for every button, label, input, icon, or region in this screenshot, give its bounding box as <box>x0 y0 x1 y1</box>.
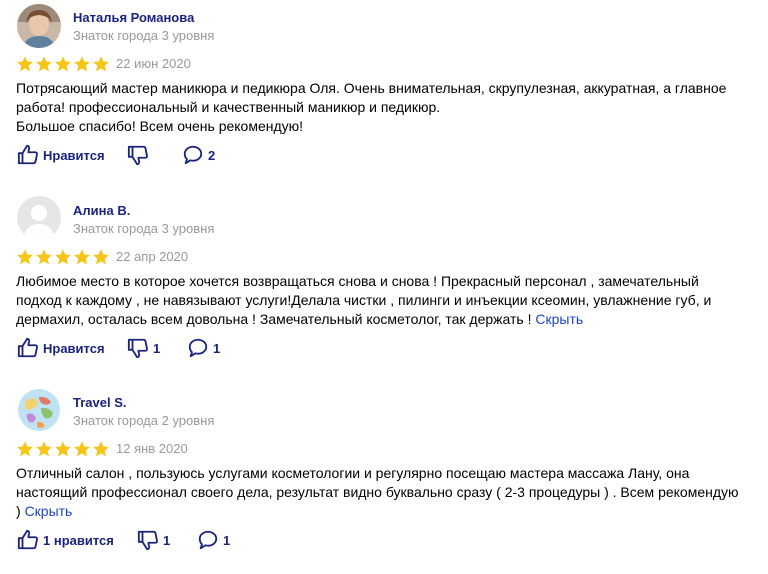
like-button[interactable]: Нравится <box>17 142 105 168</box>
review-text-line: Большое спасибо! Всем очень рекомендую! <box>16 118 304 134</box>
author-name[interactable]: Travel S. <box>73 395 126 411</box>
review-text-line: настоящий профессионал своего дела, резу… <box>16 484 739 500</box>
rating-stars <box>16 440 110 458</box>
like-label: Нравится <box>43 147 105 163</box>
author-level: Знаток города 2 уровня <box>73 413 215 428</box>
review-date: 22 июн 2020 <box>116 56 191 71</box>
thumbs-up-icon <box>17 144 38 165</box>
star-icon <box>93 249 109 265</box>
review-text-line: Потрясающий мастер маникюра и педикюра О… <box>16 80 727 96</box>
review-text-line-content: ) <box>16 503 21 519</box>
review-text-line: дермахил, осталась всем довольна ! Замеч… <box>16 310 751 329</box>
rating-stars <box>16 55 110 73</box>
star-icon <box>36 249 52 265</box>
star-icon <box>36 441 52 457</box>
review-actions: Нравится 1 1 <box>17 335 237 361</box>
like-label: 1 нравится <box>43 532 114 548</box>
review-card: Алина В. Знаток города 3 уровня 22 апр 2… <box>0 190 768 382</box>
review-text-line: Любимое место в которое хочется возвраща… <box>16 273 699 289</box>
author-name[interactable]: Алина В. <box>73 203 130 219</box>
like-button[interactable]: 1 нравится <box>17 527 114 553</box>
comment-bubble-icon <box>183 145 203 165</box>
thumbs-up-icon <box>17 337 38 358</box>
review-text-line: Отличный салон , пользуюсь услугами косм… <box>16 465 690 481</box>
author-avatar[interactable] <box>17 388 61 432</box>
hide-link[interactable]: Скрыть <box>25 503 73 519</box>
comment-bubble-icon <box>188 338 208 358</box>
review-actions: 1 нравится 1 1 <box>17 527 247 553</box>
comment-count: 1 <box>223 532 231 548</box>
author-avatar[interactable] <box>17 196 61 240</box>
review-text: Потрясающий мастер маникюра и педикюра О… <box>16 79 751 136</box>
author-avatar[interactable] <box>17 4 61 48</box>
review-card: Travel S. Знаток города 2 уровня 12 янв … <box>0 382 768 574</box>
dislike-count: 1 <box>153 340 161 356</box>
author-level: Знаток города 3 уровня <box>73 28 215 43</box>
comment-bubble-icon <box>198 530 218 550</box>
review-text-line: подход к каждому , не навязывают услуги!… <box>16 292 712 308</box>
star-icon <box>36 56 52 72</box>
dislike-button[interactable]: 1 <box>127 335 160 361</box>
star-icon <box>55 441 71 457</box>
thumbs-up-icon <box>17 529 38 550</box>
dislike-count: 1 <box>163 532 171 548</box>
star-icon <box>55 56 71 72</box>
star-icon <box>17 56 33 72</box>
star-icon <box>93 56 109 72</box>
review-text-line: ) Скрыть <box>16 502 751 521</box>
review-date: 22 апр 2020 <box>116 249 189 264</box>
review-card: Наталья Романова Знаток города 3 уровня … <box>0 0 768 190</box>
review-actions: Нравится 2 <box>17 142 237 168</box>
star-icon <box>17 441 33 457</box>
comment-count: 1 <box>213 340 221 356</box>
author-level: Знаток города 3 уровня <box>73 221 215 236</box>
thumbs-down-icon <box>127 338 148 359</box>
comment-count: 2 <box>208 147 216 163</box>
like-label: Нравится <box>43 340 105 356</box>
star-icon <box>17 249 33 265</box>
dislike-button[interactable] <box>127 142 149 168</box>
star-icon <box>55 249 71 265</box>
rating-stars <box>16 248 110 266</box>
review-text-line-content: дермахил, осталась всем довольна ! Замеч… <box>16 311 532 327</box>
comments-button[interactable]: 2 <box>182 142 215 168</box>
star-icon <box>74 56 90 72</box>
review-text: Отличный салон , пользуюсь услугами косм… <box>16 464 751 521</box>
comments-button[interactable]: 1 <box>197 527 230 553</box>
star-icon <box>93 441 109 457</box>
star-icon <box>74 441 90 457</box>
hide-link[interactable]: Скрыть <box>535 311 583 327</box>
star-icon <box>74 249 90 265</box>
review-text-line: работа! профессиональный и качественный … <box>16 99 441 115</box>
thumbs-down-icon <box>137 530 158 551</box>
review-date: 12 янв 2020 <box>116 441 188 456</box>
review-text: Любимое место в которое хочется возвраща… <box>16 272 751 329</box>
like-button[interactable]: Нравится <box>17 335 105 361</box>
comments-button[interactable]: 1 <box>187 335 220 361</box>
thumbs-down-icon <box>127 145 148 166</box>
author-name[interactable]: Наталья Романова <box>73 10 194 26</box>
dislike-button[interactable]: 1 <box>137 527 170 553</box>
